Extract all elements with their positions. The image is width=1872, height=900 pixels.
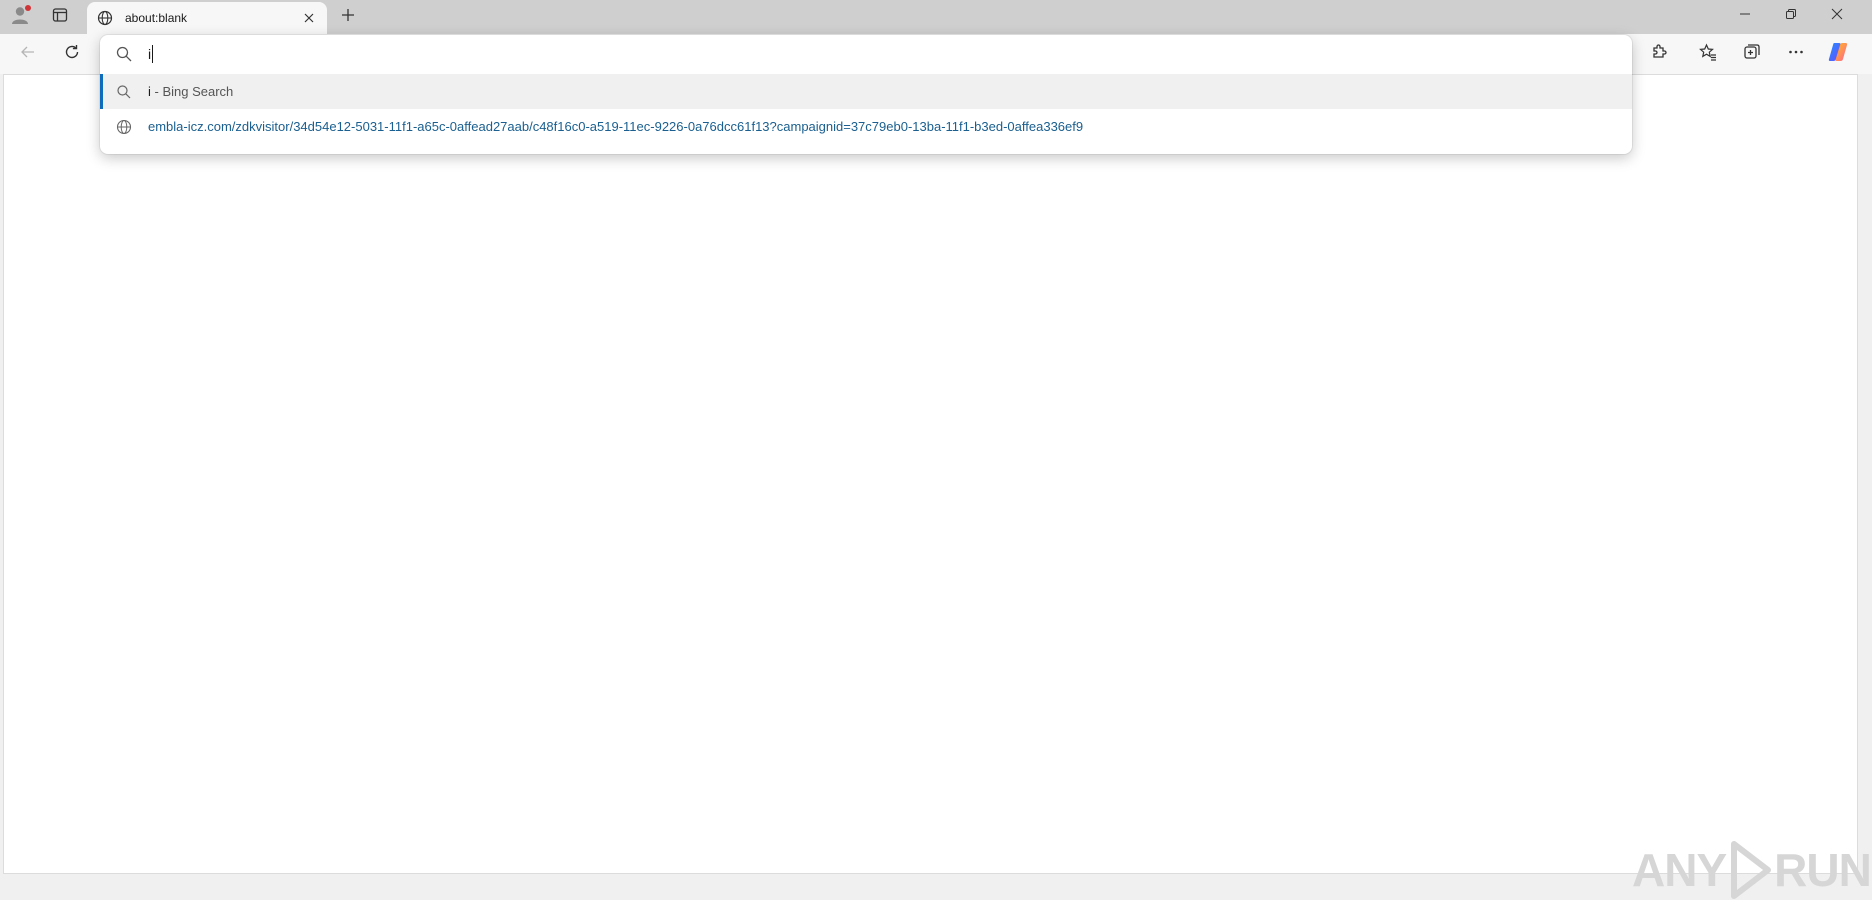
new-tab-button[interactable] [333,4,363,30]
profile-button[interactable] [6,4,36,30]
close-icon [1831,7,1843,25]
search-icon [115,45,133,63]
address-bar [100,35,1632,73]
tab-active[interactable]: about:blank [87,2,327,34]
page-content: ANY RUN [3,74,1872,899]
minimize-button[interactable] [1722,0,1768,32]
play-icon [1728,840,1772,900]
suggestion-suffix: - Bing Search [150,84,234,99]
tab-strip: about:blank [0,0,1872,34]
watermark-text-right: RUN [1774,844,1872,896]
copilot-icon [1826,40,1850,69]
more-button[interactable] [1780,39,1812,69]
collections-icon [1743,43,1761,66]
suggestion-url-label: embla-icz.com/zdkvisitor/34d54e12-5031-1… [148,119,1084,134]
watermark-text-left: ANY [1632,844,1727,896]
tab-close-button[interactable] [297,6,321,30]
suggestion-url[interactable]: embla-icz.com/zdkvisitor/34d54e12-5031-1… [100,109,1632,144]
favorites-icon [1699,43,1717,66]
favorites-button[interactable] [1692,39,1724,69]
text-caret [152,45,153,63]
close-icon [304,13,314,23]
refresh-icon [63,43,81,66]
search-icon [115,83,133,101]
profile-icon [10,4,32,31]
tab-title: about:blank [125,11,188,25]
address-bar-dropdown: i - Bing Search embla-icz.com/zdkvisitor… [100,35,1632,154]
back-button[interactable] [12,39,44,69]
watermark: ANY RUN [1632,840,1872,900]
more-icon [1787,43,1805,66]
globe-icon [115,118,133,136]
copilot-button[interactable] [1822,39,1854,69]
minimize-icon [1739,7,1751,25]
window-close-button[interactable] [1814,0,1860,32]
back-arrow-icon [20,44,36,65]
tab-actions-button[interactable] [45,4,75,30]
collections-button[interactable] [1736,39,1768,69]
plus-icon [340,7,356,28]
extensions-button[interactable] [1643,39,1675,69]
restore-icon [1785,7,1797,25]
refresh-button[interactable] [56,39,88,69]
restore-button[interactable] [1768,0,1814,32]
suggestion-search[interactable]: i - Bing Search [100,74,1632,109]
tab-actions-icon [52,7,68,28]
extensions-icon [1650,43,1668,66]
suggestion-search-label: i - Bing Search [148,84,233,99]
globe-icon [95,8,115,28]
address-input[interactable] [148,42,1548,66]
